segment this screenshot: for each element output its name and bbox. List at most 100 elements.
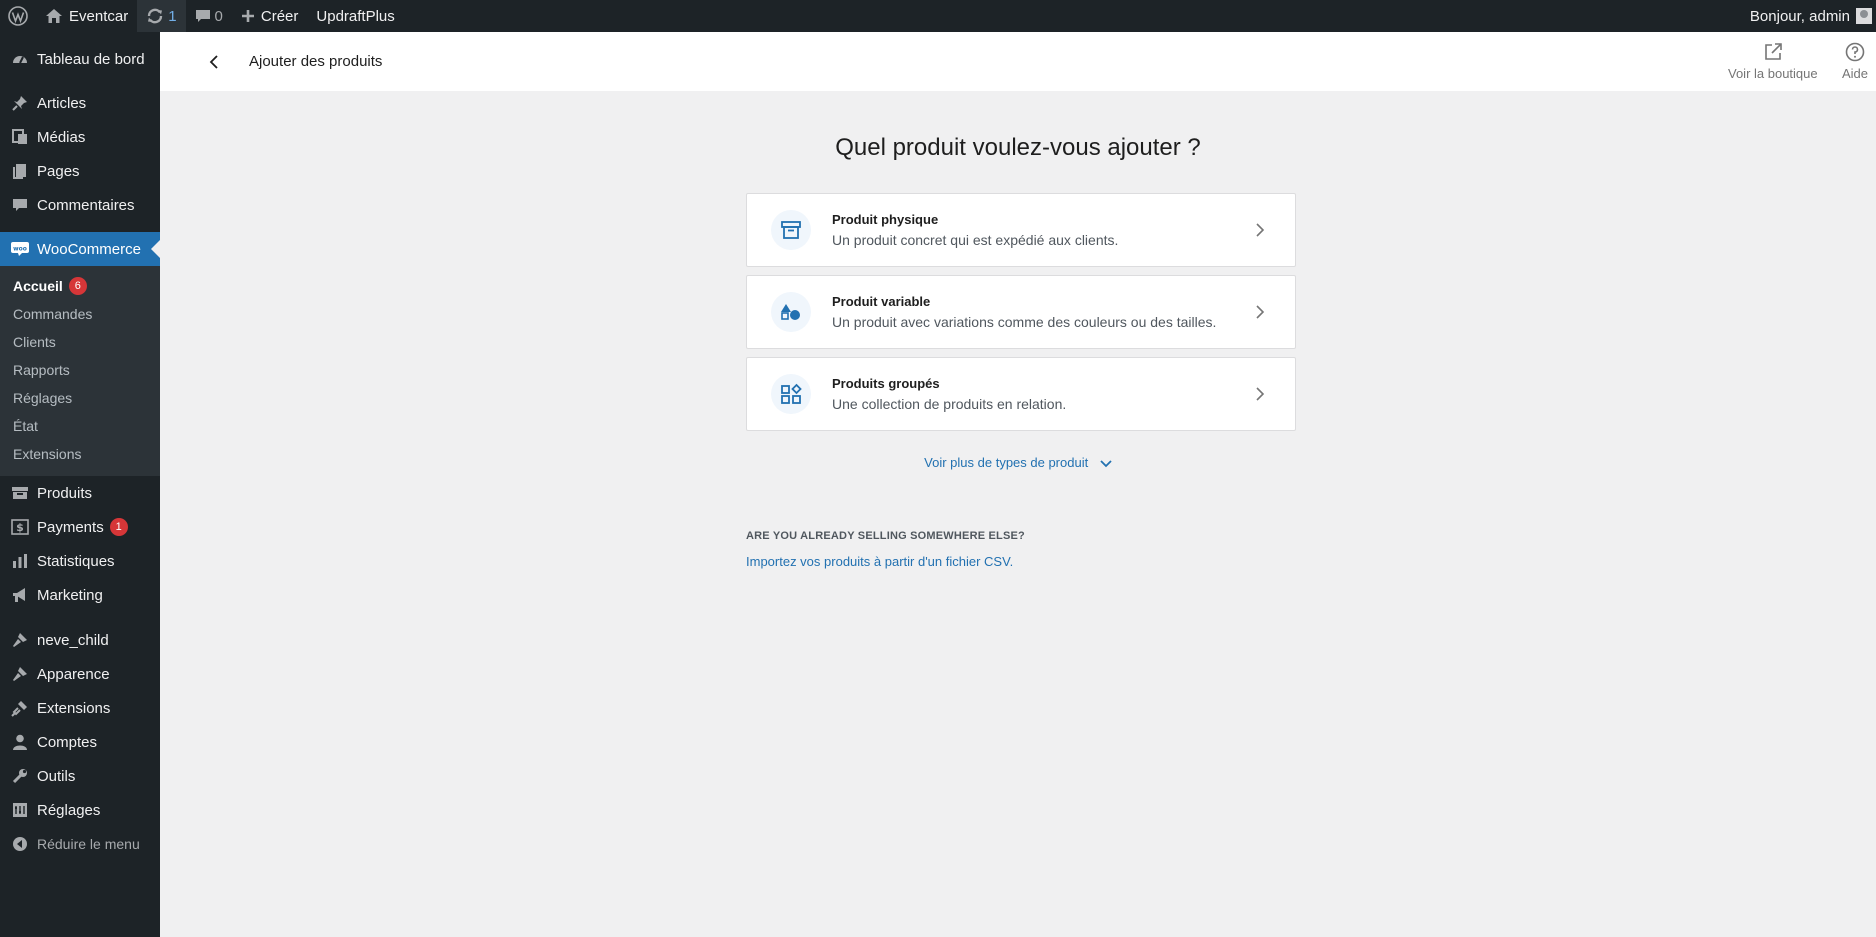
plugin-icon	[10, 698, 30, 718]
menu-item-marketing[interactable]: Marketing	[0, 578, 160, 612]
pages-icon	[10, 161, 30, 181]
menu-item-woocommerce[interactable]: woo WooCommerce	[0, 232, 160, 266]
woocommerce-icon: woo	[10, 239, 30, 259]
menu-label: Marketing	[37, 586, 103, 604]
create-label: Créer	[260, 7, 299, 25]
product-type-card-physical[interactable]: Produit physique Un produit concret qui …	[746, 193, 1296, 267]
menu-item-neve-child[interactable]: neve_child	[0, 623, 160, 657]
chevron-left-icon	[209, 55, 218, 69]
dollar-icon: $	[10, 517, 30, 537]
submenu-label: Commandes	[13, 306, 93, 322]
chevron-down-icon	[1100, 459, 1112, 467]
submenu-item-etat[interactable]: État	[0, 412, 160, 440]
submenu-label: Extensions	[13, 446, 82, 462]
create-new-link[interactable]: Créer	[232, 0, 308, 32]
external-link-icon	[1765, 43, 1782, 60]
comment-icon	[195, 8, 211, 24]
submenu-item-clients[interactable]: Clients	[0, 328, 160, 356]
site-name: Eventcar	[69, 7, 129, 25]
woocommerce-submenu: Accueil 6 Commandes Clients Rapports Rég…	[0, 266, 160, 476]
submenu-item-reglages[interactable]: Réglages	[0, 384, 160, 412]
grid-icon	[771, 374, 811, 414]
menu-label: Produits	[37, 484, 93, 502]
submenu-label: Accueil	[13, 278, 63, 294]
menu-label: Articles	[37, 94, 87, 112]
box-icon	[771, 210, 811, 250]
card-title: Produit variable	[832, 294, 931, 309]
card-title: Produits groupés	[832, 376, 940, 391]
updraftplus-link[interactable]: UpdraftPlus	[307, 0, 403, 32]
menu-label: Pages	[37, 162, 80, 180]
menu-label: Apparence	[37, 665, 110, 683]
svg-text:woo: woo	[13, 246, 27, 253]
home-icon	[45, 8, 63, 24]
brush-icon	[10, 664, 30, 684]
chevron-right-icon	[1256, 387, 1265, 401]
chevron-right-icon	[1256, 223, 1265, 237]
submenu-item-rapports[interactable]: Rapports	[0, 356, 160, 384]
submenu-item-accueil[interactable]: Accueil 6	[0, 272, 160, 300]
card-title: Produit physique	[832, 212, 939, 227]
menu-item-pages[interactable]: Pages	[0, 154, 160, 188]
settings-icon	[10, 800, 30, 820]
menu-item-apparence[interactable]: Apparence	[0, 657, 160, 691]
avatar	[1856, 8, 1872, 24]
submenu-item-extensions[interactable]: Extensions	[0, 440, 160, 468]
shapes-icon	[771, 292, 811, 332]
wordpress-logo-button[interactable]	[0, 0, 36, 32]
media-icon	[10, 127, 30, 147]
submenu-item-commandes[interactable]: Commandes	[0, 300, 160, 328]
plus-icon	[241, 9, 255, 23]
menu-label: Médias	[37, 128, 86, 146]
page-header: Ajouter des produits Voir la boutique Ai…	[160, 32, 1876, 92]
menu-item-articles[interactable]: Articles	[0, 86, 160, 120]
comment-icon	[10, 195, 30, 215]
wrench-icon	[10, 766, 30, 786]
menu-label: WooCommerce	[37, 240, 141, 258]
help-icon	[1845, 42, 1865, 62]
menu-item-comptes[interactable]: Comptes	[0, 725, 160, 759]
menu-item-produits[interactable]: Produits	[0, 476, 160, 510]
back-button[interactable]	[204, 52, 224, 72]
csv-import-link[interactable]: Importez vos produits à partir d'un fich…	[746, 554, 1013, 569]
site-name-link[interactable]: Eventcar	[36, 0, 137, 32]
view-store-button[interactable]: Voir la boutique	[1728, 42, 1818, 81]
card-description: Une collection de produits en relation.	[832, 396, 1067, 412]
more-types-label: Voir plus de types de produit	[924, 455, 1089, 470]
menu-item-outils[interactable]: Outils	[0, 759, 160, 793]
admin-sidebar: Tableau de bord Articles Médias Pages Co…	[0, 32, 160, 937]
menu-label: Réglages	[37, 801, 101, 819]
chart-bar-icon	[10, 551, 30, 571]
dashboard-icon	[10, 49, 30, 69]
svg-text:$: $	[16, 521, 24, 534]
page-title: Ajouter des produits	[249, 53, 383, 70]
more-product-types-button[interactable]: Voir plus de types de produit	[160, 455, 1876, 470]
menu-label: Statistiques	[37, 552, 115, 570]
product-type-card-grouped[interactable]: Produits groupés Une collection de produ…	[746, 357, 1296, 431]
help-label: Aide	[1842, 66, 1869, 81]
collapse-label: Réduire le menu	[37, 836, 140, 852]
menu-label: Extensions	[37, 699, 111, 717]
menu-item-dashboard[interactable]: Tableau de bord	[0, 42, 160, 76]
card-description: Un produit concret qui est expédié aux c…	[832, 232, 1119, 248]
menu-item-comments[interactable]: Commentaires	[0, 188, 160, 222]
pin-icon	[10, 93, 30, 113]
comments-link[interactable]: 0	[186, 0, 232, 32]
csv-heading: ARE YOU ALREADY SELLING SOMEWHERE ELSE?	[746, 530, 1025, 542]
menu-item-reglages[interactable]: Réglages	[0, 793, 160, 827]
user-icon	[10, 732, 30, 752]
updraftplus-label: UpdraftPlus	[316, 7, 395, 25]
menu-item-payments[interactable]: $ Payments 1	[0, 510, 160, 544]
menu-item-extensions[interactable]: Extensions	[0, 691, 160, 725]
submenu-label: Clients	[13, 334, 56, 350]
account-menu[interactable]: Bonjour, admin	[1741, 0, 1876, 32]
help-button[interactable]: Aide	[1842, 42, 1868, 81]
menu-label: Comptes	[37, 733, 98, 751]
product-type-card-variable[interactable]: Produit variable Un produit avec variati…	[746, 275, 1296, 349]
collapse-menu-button[interactable]: Réduire le menu	[0, 827, 160, 861]
menu-item-media[interactable]: Médias	[0, 120, 160, 154]
admin-bar: Eventcar 1 0 Créer UpdraftPlus Bonjour, …	[0, 0, 1876, 32]
updates-link[interactable]: 1	[137, 0, 186, 32]
question-heading: Quel produit voulez-vous ajouter ?	[835, 134, 1201, 161]
menu-item-statistiques[interactable]: Statistiques	[0, 544, 160, 578]
